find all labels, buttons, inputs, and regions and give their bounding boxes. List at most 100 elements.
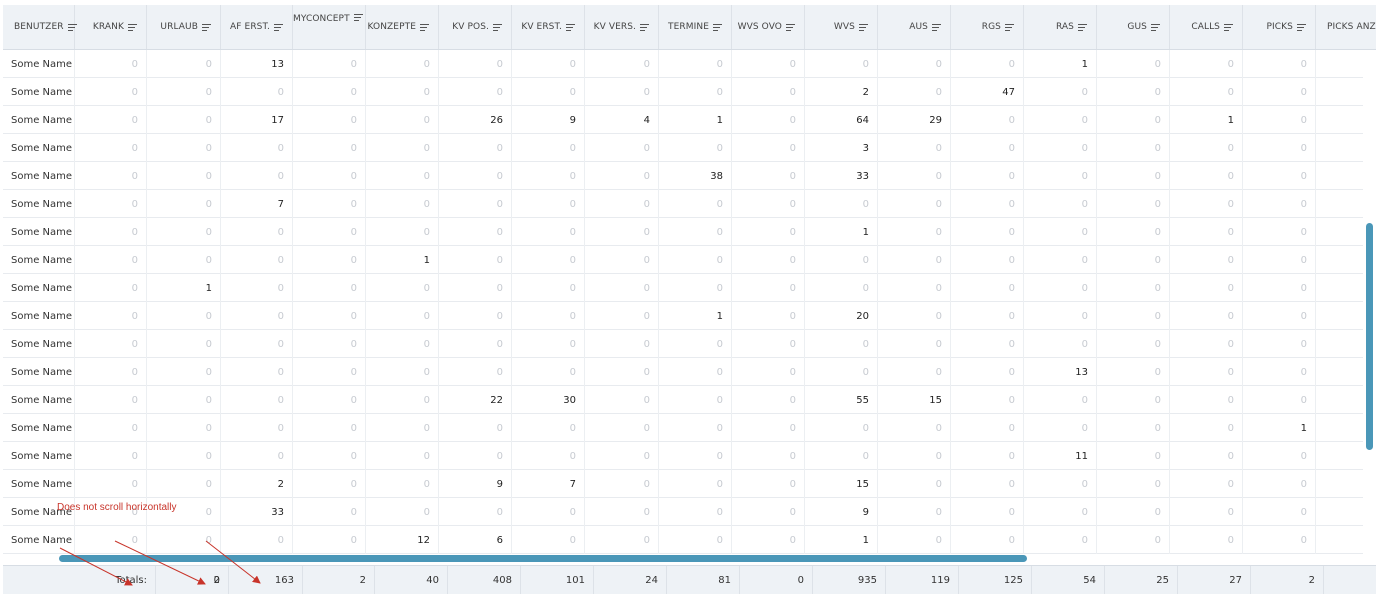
column-header-urlaub[interactable]: URLAUB — [147, 5, 221, 49]
value-cell-kv-vers: 0 — [585, 470, 659, 498]
table-row[interactable]: Some Name 0 0 0 0 1 0 0 0 0 0 0 0 0 0 0 0 0 — [3, 246, 1363, 274]
column-header-wvs[interactable]: WVS — [805, 5, 878, 49]
value-cell-kv-vers: 0 — [585, 162, 659, 190]
value-cell-ras: 0 — [1024, 162, 1097, 190]
table-row[interactable]: Some Name 0 0 0 0 0 0 0 0 0 0 0 0 0 0 0 0 0 — [3, 330, 1363, 358]
value-cell-wvs-ovo: 0 — [732, 78, 805, 106]
value-cell-rgs: 0 — [951, 414, 1024, 442]
column-menu-icon[interactable] — [640, 23, 649, 31]
value-cell-konzepte: 0 — [366, 106, 439, 134]
column-header-kv-pos[interactable]: KV POS. — [439, 5, 512, 49]
table-row[interactable]: Some Name 0 0 0 0 0 0 0 0 0 0 3 0 0 0 0 0 0 — [3, 134, 1363, 162]
column-header-gus[interactable]: GUS — [1097, 5, 1170, 49]
total-cell: 27 — [1178, 566, 1251, 594]
column-menu-icon[interactable] — [128, 23, 137, 31]
value-cell-kv-pos: 0 — [439, 50, 512, 78]
table-row[interactable]: Some Name 0 0 33 0 0 0 0 0 0 0 9 0 0 0 0 0 0 — [3, 498, 1363, 526]
column-menu-icon[interactable] — [202, 23, 211, 31]
table-row[interactable]: Some Name 0 0 13 0 0 0 0 0 0 0 0 0 0 1 0 0 0 — [3, 50, 1363, 78]
column-header-calls[interactable]: CALLS — [1170, 5, 1243, 49]
table-row[interactable]: Some Name 0 0 0 0 0 0 0 0 38 0 33 0 0 0 0 0 0 — [3, 162, 1363, 190]
column-menu-icon[interactable] — [274, 23, 283, 31]
value-cell-calls: 0 — [1170, 274, 1243, 302]
column-header-aus[interactable]: AUS — [878, 5, 951, 49]
value-cell-urlaub: 1 — [147, 274, 221, 302]
table-row[interactable]: Some Name 0 0 0 0 0 0 0 0 0 0 0 0 0 13 0 0 0 — [3, 358, 1363, 386]
value-cell-termine: 0 — [659, 134, 732, 162]
column-menu-icon[interactable] — [1078, 23, 1087, 31]
value-cell-myconcept: 0 — [293, 358, 366, 386]
column-header-kv-erst[interactable]: KV ERST. — [512, 5, 585, 49]
column-header-konzepte[interactable]: KONZEPTE — [366, 5, 439, 49]
column-header-label: CALLS — [1191, 22, 1220, 32]
vertical-scrollbar-thumb[interactable] — [1366, 223, 1373, 450]
value-cell-termine: 0 — [659, 190, 732, 218]
table-row[interactable]: Some Name 0 0 2 0 0 9 7 0 0 0 15 0 0 0 0 0 0 — [3, 470, 1363, 498]
column-menu-icon[interactable] — [566, 23, 575, 31]
value-cell-wvs-ovo: 0 — [732, 302, 805, 330]
value-cell-af-erst: 0 — [221, 442, 293, 470]
value-cell-calls: 0 — [1170, 470, 1243, 498]
table-row[interactable]: Some Name 0 0 17 0 0 26 9 4 1 0 64 29 0 0 0 1 0 — [3, 106, 1363, 134]
table-row[interactable]: Some Name 0 0 0 0 0 0 0 0 0 0 0 0 0 0 0 0 1 — [3, 414, 1363, 442]
value-cell-af-erst: 0 — [221, 246, 293, 274]
column-header-kv-vers[interactable]: KV VERS. — [585, 5, 659, 49]
table-row[interactable]: Some Name 0 0 0 0 0 0 0 0 0 0 2 0 47 0 0 0 0 — [3, 78, 1363, 106]
column-header-benutzer[interactable]: BENUTZER — [3, 5, 77, 49]
value-cell-myconcept: 0 — [293, 106, 366, 134]
value-cell-rgs: 0 — [951, 218, 1024, 246]
table-row[interactable]: Some Name 0 1 0 0 0 0 0 0 0 0 0 0 0 0 0 0 0 — [3, 274, 1363, 302]
value-cell-kv-vers: 0 — [585, 50, 659, 78]
value-cell-wvs: 1 — [805, 218, 878, 246]
table-row[interactable]: Some Name 0 0 7 0 0 0 0 0 0 0 0 0 0 0 0 0 0 — [3, 190, 1363, 218]
value-cell-calls: 0 — [1170, 78, 1243, 106]
value-cell-calls: 0 — [1170, 162, 1243, 190]
user-name-cell: Some Name — [3, 106, 75, 134]
value-cell-ras: 0 — [1024, 526, 1097, 554]
column-header-picks[interactable]: PICKS — [1243, 5, 1316, 49]
value-cell-aus: 29 — [878, 106, 951, 134]
value-cell-wvs-ovo: 0 — [732, 442, 805, 470]
column-menu-icon[interactable] — [1151, 23, 1160, 31]
table-row[interactable]: Some Name 0 0 0 0 0 22 30 0 0 0 55 15 0 0 0 0 0 — [3, 386, 1363, 414]
value-cell-wvs-ovo: 0 — [732, 498, 805, 526]
table-row[interactable]: Some Name 0 0 0 0 0 0 0 0 0 0 1 0 0 0 0 0 0 — [3, 218, 1363, 246]
value-cell-picks: 0 — [1243, 330, 1316, 358]
table-row[interactable]: Some Name 0 0 0 0 0 0 0 0 1 0 20 0 0 0 0 0 0 — [3, 302, 1363, 330]
value-cell-rgs: 0 — [951, 106, 1024, 134]
column-header-wvs-ovo[interactable]: WVS OVO — [732, 5, 805, 49]
value-cell-af-erst: 7 — [221, 190, 293, 218]
column-menu-icon[interactable] — [786, 23, 795, 31]
horizontal-scrollbar-thumb[interactable] — [59, 555, 1027, 562]
column-menu-icon[interactable] — [932, 23, 941, 31]
column-header-rgs[interactable]: RGS — [951, 5, 1024, 49]
table-row[interactable]: Some Name 0 0 0 0 0 0 0 0 0 0 0 0 0 11 0 0 0 — [3, 442, 1363, 470]
column-header-myconcept[interactable]: MYCONCEPT — [293, 5, 366, 49]
value-cell-urlaub: 0 — [147, 526, 221, 554]
column-header-ras[interactable]: RAS — [1024, 5, 1097, 49]
column-header-label: AUS — [909, 22, 928, 32]
value-cell-wvs: 3 — [805, 134, 878, 162]
column-menu-icon[interactable] — [1005, 23, 1014, 31]
column-header-krank[interactable]: KRANK — [75, 5, 147, 49]
user-name-cell: Some Name — [3, 358, 75, 386]
column-menu-icon[interactable] — [1224, 23, 1233, 31]
total-cell: 2 — [156, 566, 229, 594]
column-menu-icon[interactable] — [67, 23, 77, 31]
value-cell-gus: 0 — [1097, 414, 1170, 442]
value-cell-af-erst: 0 — [221, 162, 293, 190]
value-cell-urlaub: 0 — [147, 134, 221, 162]
column-header-af-erst[interactable]: AF ERST. — [221, 5, 293, 49]
table-row[interactable]: Some Name 0 0 0 0 12 6 0 0 0 0 1 0 0 0 0 0 0 — [3, 526, 1363, 554]
column-menu-icon[interactable] — [859, 23, 868, 31]
column-menu-icon[interactable] — [420, 23, 429, 31]
total-cell: 935 — [813, 566, 886, 594]
column-menu-icon[interactable] — [1297, 23, 1306, 31]
column-header-picks-anz[interactable]: PICKS ANZ. — [1316, 5, 1376, 49]
column-header-termine[interactable]: TERMINE — [659, 5, 732, 49]
column-menu-icon[interactable] — [713, 23, 722, 31]
column-menu-icon[interactable] — [493, 23, 502, 31]
value-cell-konzepte: 1 — [366, 246, 439, 274]
value-cell-af-erst: 13 — [221, 50, 293, 78]
column-menu-icon[interactable] — [353, 14, 363, 21]
